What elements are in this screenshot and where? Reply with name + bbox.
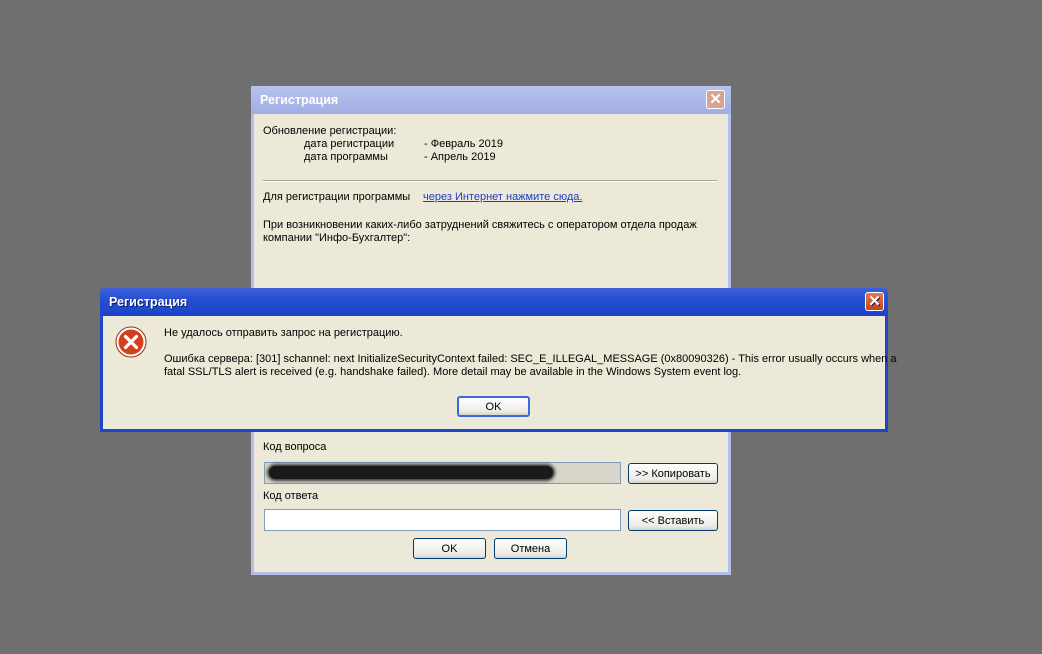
- copy-button[interactable]: >> Копировать: [628, 463, 718, 484]
- update-heading: Обновление регистрации:: [263, 125, 397, 137]
- error-icon: [115, 326, 147, 358]
- error-ok-button[interactable]: OK: [457, 396, 530, 417]
- paste-button[interactable]: << Вставить: [628, 510, 718, 531]
- error-dialog-close-button[interactable]: ✕: [865, 292, 884, 311]
- close-icon: ✕: [868, 293, 881, 310]
- close-icon: ✕: [709, 91, 722, 108]
- error-dialog-titlebar[interactable]: Регистрация ✕: [100, 288, 888, 316]
- error-dialog-title: Регистрация: [109, 295, 188, 309]
- prog-date-label: дата программы: [304, 151, 388, 163]
- register-text: Для регистрации программы: [263, 191, 411, 203]
- contact-text-line1: При возникновении каких-либо затруднений…: [263, 219, 697, 231]
- question-code-field[interactable]: [264, 462, 621, 484]
- cancel-button[interactable]: Отмена: [494, 538, 567, 559]
- reg-date-label: дата регистрации: [304, 138, 395, 150]
- divider: [263, 180, 717, 182]
- registration-dialog-close-button[interactable]: ✕: [706, 90, 725, 109]
- redacted-scribble: [269, 466, 553, 479]
- prog-date-value: - Апрель 2019: [424, 151, 496, 163]
- error-message-detail-line2: fatal SSL/TLS alert is received (e.g. ha…: [164, 366, 742, 378]
- answer-code-input[interactable]: [264, 509, 621, 531]
- error-message-detail-line1: Ошибка сервера: [301] schannel: next Ini…: [164, 353, 897, 365]
- question-code-label: Код вопроса: [263, 441, 327, 453]
- registration-dialog-title: Регистрация: [260, 93, 339, 107]
- contact-text-line2: компании "Инфо-Бухгалтер":: [263, 232, 411, 244]
- answer-code-label: Код ответа: [263, 490, 319, 502]
- ok-button[interactable]: OK: [413, 538, 486, 559]
- error-dialog: Регистрация ✕ Не удалось отправить запро…: [100, 288, 897, 432]
- reg-date-value: - Февраль 2019: [424, 138, 503, 150]
- error-message-main: Не удалось отправить запрос на регистрац…: [164, 327, 403, 339]
- register-internet-link[interactable]: через Интернет нажмите сюда.: [423, 191, 582, 203]
- registration-dialog-titlebar[interactable]: Регистрация ✕: [251, 86, 731, 114]
